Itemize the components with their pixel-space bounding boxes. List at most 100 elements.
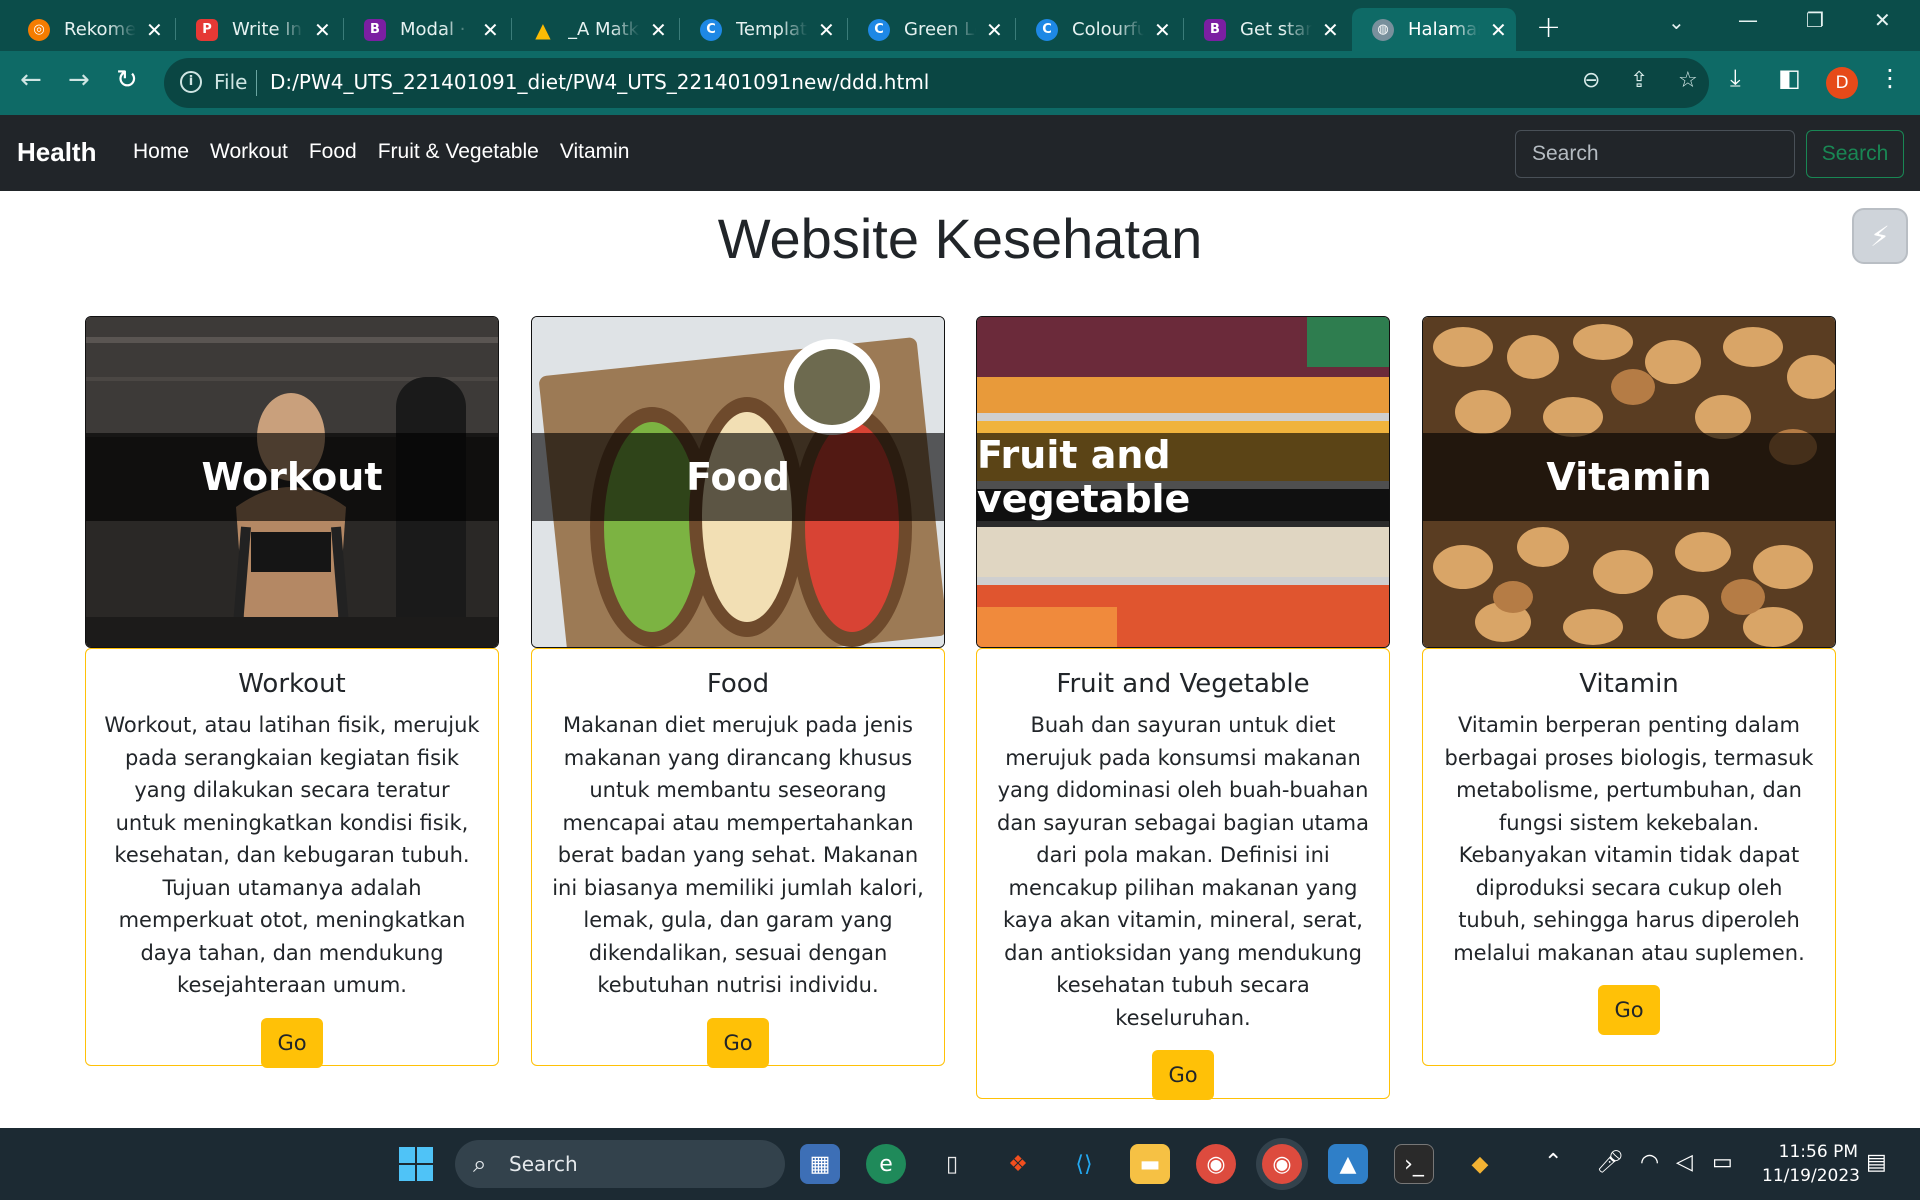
swirl-icon: ◎ (28, 18, 50, 41)
vitamin-card: Vitamin Vitamin berperan penting dalam b… (1422, 648, 1836, 1066)
browser-tab[interactable]: B Get started ✕ (1184, 8, 1352, 51)
card-overlay: Food (532, 433, 944, 521)
browser-tab-strip: ◎ Rekomendasi ✕ P Write In ✕ B Modal · B… (0, 0, 1920, 51)
nav-link-food[interactable]: Food (309, 140, 357, 164)
git-icon[interactable]: ◆ (1460, 1144, 1500, 1184)
photos-icon[interactable]: ▲ (1328, 1144, 1368, 1184)
search-icon: ⌕ (473, 1150, 487, 1178)
figma-icon[interactable]: ❖ (998, 1144, 1038, 1184)
address-bar[interactable]: i File D:/PW4_UTS_221401091_diet/PW4_UTS… (164, 58, 1709, 108)
scheme-divider (256, 70, 257, 96)
workout-card: Workout Workout, atau latihan fisik, mer… (85, 648, 499, 1068)
card-text: Buah dan sayuran untuk diet merujuk pada… (997, 713, 1369, 1030)
globe-icon: ◍ (1372, 18, 1394, 41)
side-panel-icon[interactable]: ◧ (1778, 64, 1801, 92)
workout-card-image: Workout (85, 316, 499, 648)
page-title: Website Kesehatan (717, 207, 1203, 270)
clock-time: 11:56 PM (1778, 1142, 1858, 1162)
card-title: Food (706, 669, 770, 699)
chrome-icon[interactable]: ◉ (1196, 1144, 1236, 1184)
nav-link-workout[interactable]: Workout (210, 140, 288, 164)
tab-search-chevron-icon[interactable]: ⌄ (1668, 10, 1685, 34)
share-icon[interactable]: ⇪ (1630, 68, 1648, 93)
nav-link-vitamin[interactable]: Vitamin (560, 140, 630, 164)
tab-title: Write In (232, 19, 302, 40)
info-icon[interactable]: i (180, 71, 202, 93)
canva-icon: C (700, 18, 722, 41)
drive-icon: ▲ (535, 17, 551, 42)
profile-avatar[interactable]: D (1826, 67, 1858, 99)
tab-title: _A Matkul (568, 19, 640, 40)
canva-icon: C (868, 18, 890, 41)
reload-icon[interactable]: ↻ (116, 65, 138, 95)
battery-icon[interactable]: ▭ (1712, 1150, 1733, 1175)
file-explorer-icon[interactable]: ▬ (1130, 1144, 1170, 1184)
close-icon[interactable]: ✕ (1154, 18, 1171, 42)
search-button[interactable]: Search (1806, 130, 1904, 178)
search-input[interactable] (1515, 130, 1795, 178)
edge-icon[interactable]: e (866, 1144, 906, 1184)
browser-tab[interactable]: C Green Leaf ✕ (848, 8, 1016, 51)
overlay-title: Fruit and vegetable (977, 433, 1191, 521)
close-icon[interactable]: ✕ (650, 18, 667, 42)
tab-title: Template (736, 19, 808, 40)
download-icon[interactable]: ⤓ (1730, 64, 1741, 92)
browser-tab[interactable]: ◎ Rekomendasi ✕ (8, 8, 176, 51)
extension-floating-icon[interactable]: ⚡ (1852, 208, 1908, 264)
chevron-up-icon[interactable]: ⌃ (1544, 1150, 1562, 1175)
chrome-active-icon[interactable]: ◉ (1262, 1144, 1302, 1184)
menu-kebab-icon[interactable]: ⋮ (1878, 64, 1902, 92)
tab-title: Rekomendasi (64, 19, 136, 40)
close-icon[interactable]: ✕ (146, 18, 163, 42)
browser-tab-active[interactable]: ◍ Halaman ✕ (1352, 8, 1516, 51)
microsoft-store-icon[interactable]: ▦ (800, 1144, 840, 1184)
browser-tab[interactable]: B Modal · Bootstrap ✕ (344, 8, 512, 51)
go-button[interactable]: Go (261, 1017, 323, 1068)
forward-arrow-icon[interactable]: → (68, 65, 90, 95)
windows-taskbar: ⌕ Search ▦ e ▯ ❖ ⟨⟩ ▬ ◉ ◉ ▲ ›_ ◆ ⌃ 🎤︎ ◠ … (0, 1128, 1920, 1200)
system-clock[interactable]: 11:56 PM 11/19/2023 (1762, 1140, 1860, 1188)
windows-start-icon[interactable] (396, 1144, 436, 1184)
browser-tab[interactable]: C Colourful ✕ (1016, 8, 1184, 51)
close-icon[interactable]: ✕ (1490, 18, 1507, 42)
card-text: Workout, atau latihan fisik, merujuk pad… (104, 713, 480, 997)
go-button[interactable]: Go (707, 1017, 769, 1068)
notification-icon[interactable]: ▤ (1866, 1150, 1887, 1175)
tab-title: Green Leaf (904, 19, 976, 40)
new-tab-plus-icon[interactable]: + (1536, 10, 1561, 45)
restore-icon[interactable]: ❐ (1806, 8, 1824, 32)
zoom-out-icon[interactable]: ⊖ (1582, 68, 1600, 93)
go-button[interactable]: Go (1598, 985, 1660, 1035)
vscode-icon[interactable]: ⟨⟩ (1064, 1144, 1104, 1184)
file-icon[interactable]: ▯ (932, 1144, 972, 1184)
window-close-icon[interactable]: ✕ (1874, 8, 1891, 32)
close-icon[interactable]: ✕ (986, 18, 1003, 42)
wifi-icon[interactable]: ◠ (1640, 1150, 1659, 1175)
fruit-vegetable-card-image: Fruit and vegetable (976, 316, 1390, 648)
close-icon[interactable]: ✕ (482, 18, 499, 42)
browser-tab[interactable]: C Template ✕ (680, 8, 848, 51)
close-icon[interactable]: ✕ (314, 18, 331, 42)
url-text[interactable]: D:/PW4_UTS_221401091_diet/PW4_UTS_221401… (270, 70, 929, 94)
taskbar-search-label: Search (509, 1152, 578, 1176)
tab-title: Halaman (1408, 19, 1480, 40)
back-arrow-icon[interactable]: ← (20, 65, 42, 95)
nav-link-fruit-vegetable[interactable]: Fruit & Vegetable (378, 140, 539, 164)
canva-icon: C (1036, 18, 1058, 41)
card-title: Vitamin (1579, 669, 1679, 699)
bookmark-star-icon[interactable]: ☆ (1678, 68, 1698, 93)
card-text: Vitamin berperan penting dalam berbagai … (1444, 713, 1814, 965)
close-icon[interactable]: ✕ (1322, 18, 1339, 42)
go-button[interactable]: Go (1152, 1050, 1214, 1100)
speaker-icon[interactable]: ◁ (1676, 1150, 1693, 1175)
microphone-icon[interactable]: 🎤︎ (1596, 1150, 1624, 1175)
scheme-label: File (214, 70, 248, 94)
minimize-icon[interactable]: — (1738, 8, 1758, 32)
close-icon[interactable]: ✕ (818, 18, 835, 42)
browser-tab[interactable]: ▲ _A Matkul ✕ (512, 8, 680, 51)
navbar-brand[interactable]: Health (17, 137, 96, 168)
taskbar-search[interactable]: ⌕ Search (455, 1140, 785, 1188)
nav-link-home[interactable]: Home (133, 140, 189, 164)
terminal-icon[interactable]: ›_ (1394, 1144, 1434, 1184)
browser-tab[interactable]: P Write In ✕ (176, 8, 344, 51)
